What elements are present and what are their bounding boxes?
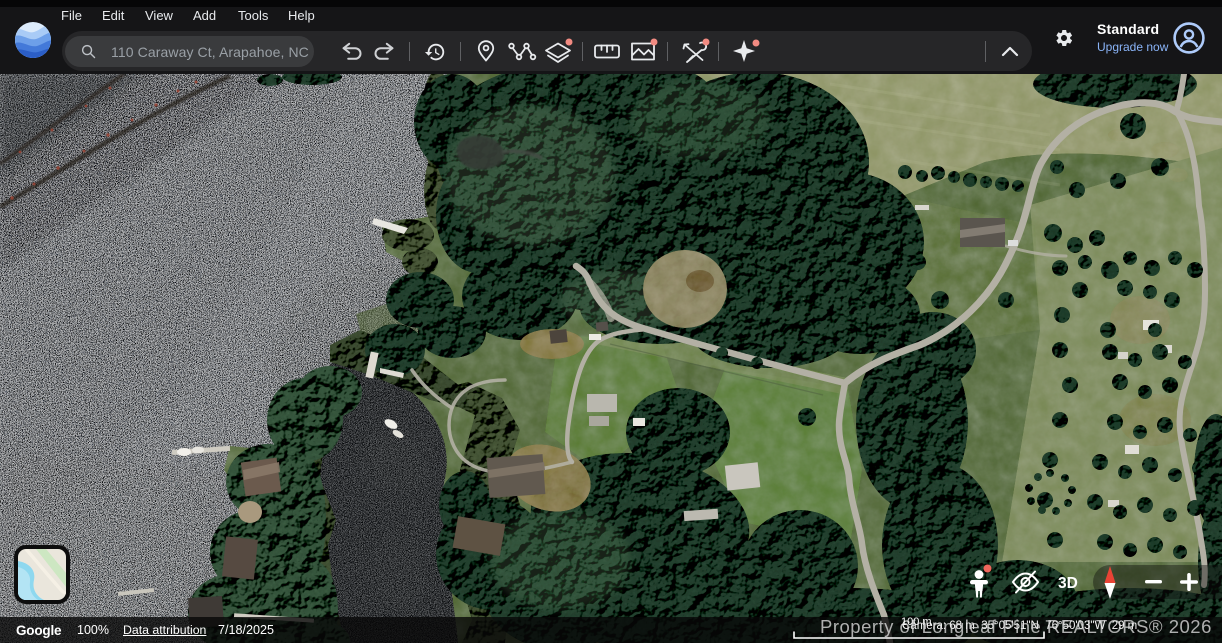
svg-text:3D: 3D: [1058, 575, 1078, 592]
